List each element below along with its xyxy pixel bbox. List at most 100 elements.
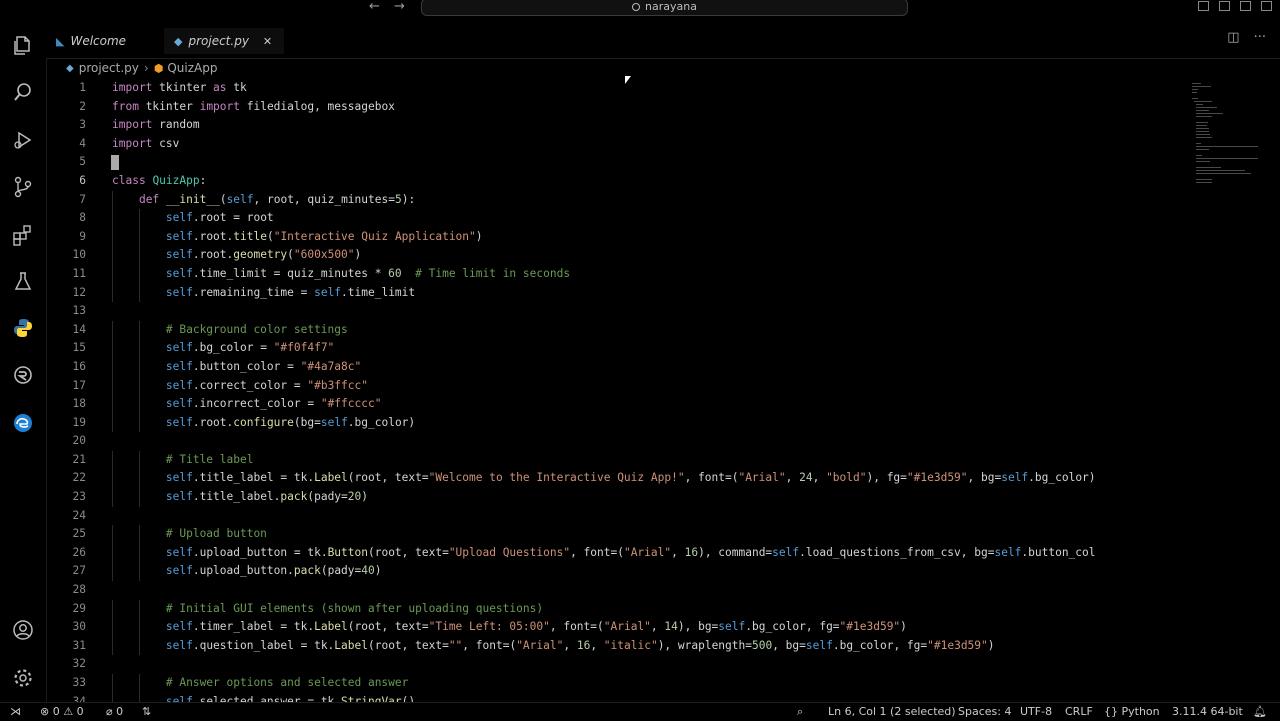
zoom-icon[interactable]: ⌕ [797,705,803,719]
python-icon[interactable] [11,316,35,340]
run-and-debug-icon[interactable] [11,128,35,152]
code-line[interactable]: 9 self.root.title("Interactive Quiz Appl… [46,227,1190,247]
code-line[interactable]: 26 self.upload_button = tk.Button(root, … [46,543,1190,563]
line-number: 9 [79,229,86,243]
edge-browser-icon[interactable] [11,411,35,435]
customize-layout-icon[interactable] [1261,1,1272,11]
code-line[interactable]: 2 from tkinter import filedialog, message… [46,98,1190,117]
remote-indicator-icon[interactable]: ⋊ [10,705,21,719]
code-line[interactable]: 4 import csv [46,135,1190,154]
more-actions-icon[interactable]: ··· [1254,30,1266,45]
code-line[interactable]: 8 self.root = root [46,209,1190,228]
minimap-line [1195,158,1258,159]
code-line[interactable]: 16 self.button_color = "#4a7a8c" [46,357,1190,377]
python-file-icon: ◆ [174,34,183,48]
search-icon[interactable] [11,80,35,104]
settings-gear-icon[interactable] [11,666,35,690]
ports-indicator[interactable]: ⌀ 0 [106,705,123,719]
command-center-search[interactable]: narayana [421,0,908,16]
code-text: import random [112,118,200,132]
toggle-panel-icon[interactable] [1219,1,1230,11]
code-line[interactable]: 3 import random [46,116,1190,135]
language-label: Python [1121,705,1160,718]
warning-icon: ⚠ [63,705,74,718]
breadcrumb-file[interactable]: project.py [79,61,139,75]
minimap-line [1192,89,1198,90]
indentation[interactable]: Spaces: 4 [958,705,1011,719]
code-text: self.bg_color = "#f0f4f7" [165,341,335,355]
code-text: self.incorrect_color = "#ffcccc" [165,397,382,411]
extensions-icon[interactable] [11,223,35,247]
code-line[interactable]: 7 def __init__(self, root, quiz_minutes=… [46,190,1190,210]
back-arrow-icon[interactable]: ← [369,0,380,14]
toggle-secondary-sidebar-icon[interactable] [1240,1,1251,11]
tab-welcome[interactable]: ◣ Welcome [56,28,160,54]
code-line[interactable]: 33 # Answer options and selected answer [46,674,1190,693]
code-line[interactable]: 22 self.title_label = tk.Label(root, tex… [46,469,1190,489]
code-line[interactable]: 21 # Title label [46,450,1190,470]
code-text: class QuizApp: [112,173,207,187]
code-line[interactable]: 18 self.incorrect_color = "#ffcccc" [46,395,1190,414]
language-mode[interactable]: {} Python [1104,705,1160,719]
code-line[interactable]: 6 class QuizApp: [46,172,1190,191]
code-line[interactable]: 29 # Initial GUI elements (shown after u… [46,599,1190,619]
python-interpreter[interactable]: 3.11.4 64-bit [1172,705,1243,719]
code-line[interactable]: 30 self.timer_label = tk.Label(root, tex… [46,618,1190,637]
accounts-icon[interactable] [11,618,35,642]
code-line[interactable]: 11 self.time_limit = quiz_minutes * 60 #… [46,264,1190,284]
code-line[interactable]: 17 self.correct_color = "#b3ffcc" [46,376,1190,396]
breadcrumb: ◆ project.py › ⬢ QuizApp [46,58,1280,78]
line-number: 1 [79,81,86,94]
encoding[interactable]: UTF-8 [1020,705,1052,719]
code-line[interactable]: 31 self.question_label = tk.Label(root, … [46,636,1190,656]
toggle-sidebar-icon[interactable] [1198,1,1209,11]
code-text: # Title label [165,452,254,466]
code-line[interactable]: 14 # Background color settings [46,320,1190,340]
breadcrumb-symbol[interactable]: QuizApp [167,61,217,75]
code-line[interactable]: 23 self.title_label.pack(pady=20) [46,488,1190,507]
remote-explorer-icon[interactable] [11,363,35,387]
code-line[interactable]: 10 self.root.geometry("600x500") [46,246,1190,265]
code-line[interactable]: 24 [46,507,1190,526]
minimap[interactable] [1190,79,1268,309]
line-ending[interactable]: CRLF [1065,705,1093,719]
code-line[interactable]: 15 self.bg_color = "#f0f4f7" [46,339,1190,358]
code-line[interactable]: 32 [46,655,1190,674]
code-text: # Upload button [165,527,267,541]
code-text: self.button_color = "#4a7a8c" [165,359,362,373]
vertical-scrollbar[interactable] [1270,79,1280,702]
cursor-position[interactable]: Ln 6, Col 1 (2 selected) [828,705,956,719]
code-editor[interactable]: 1 import tkinter as tk 2 from tkinter impor… [46,79,1190,702]
line-number: 2 [79,99,86,113]
code-line[interactable]: 5 [46,153,1190,172]
notifications-bell-icon[interactable]: 🔔︎ [1253,705,1267,719]
line-number: 32 [72,657,86,671]
tab-label: project.py [188,34,249,48]
problems-indicator[interactable]: ⊗ 0 ⚠ 0 [40,705,84,719]
close-icon[interactable]: ✕ [263,35,272,48]
ports-count: 0 [116,705,124,718]
tab-project-py[interactable]: ◆ project.py ✕ [164,28,284,54]
source-control-icon[interactable] [11,175,35,199]
code-text: self.correct_color = "#b3ffcc" [165,378,368,392]
code-line[interactable]: 1 import tkinter as tk [46,79,1190,98]
line-number: 30 [72,620,86,634]
code-line[interactable]: 19 self.root.configure(bg=self.bg_color) [46,413,1190,433]
code-line[interactable]: 25 # Upload button [46,525,1190,544]
split-editor-icon[interactable]: ◫ [1227,30,1239,45]
code-line[interactable]: 28 [46,581,1190,600]
code-line[interactable]: 34 self.selected_answer = tk.StringVar() [46,692,1190,702]
code-text: self.title_label.pack(pady=20) [165,490,369,504]
forward-arrow-icon[interactable]: → [394,0,405,14]
code-line[interactable]: 20 [46,432,1190,451]
code-text: self.remaining_time = self.time_limit [165,285,416,299]
testing-flask-icon[interactable] [11,269,35,293]
code-line[interactable]: 12 self.remaining_time = self.time_limit [46,283,1190,303]
line-number: 4 [79,136,86,150]
error-count: 0 [52,705,60,718]
live-share-icon[interactable]: ⇅ [142,705,151,719]
line-number: 21 [72,452,86,466]
code-line[interactable]: 27 self.upload_button.pack(pady=40) [46,562,1190,582]
explorer-icon[interactable] [11,34,35,58]
code-line[interactable]: 13 [46,302,1190,321]
